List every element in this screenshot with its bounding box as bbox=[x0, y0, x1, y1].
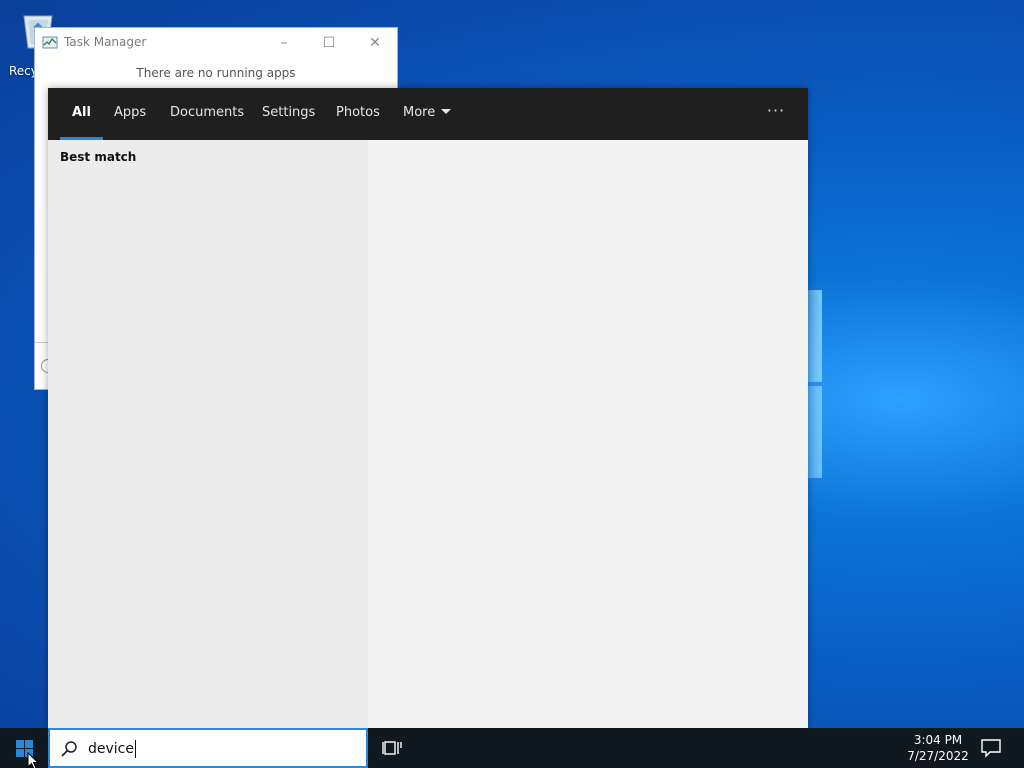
options-button[interactable]: ··· bbox=[764, 88, 788, 140]
search-panel: All Apps Documents Settings Photos More … bbox=[48, 88, 808, 728]
task-manager-titlebar[interactable]: Task Manager – ☐ ✕ bbox=[35, 28, 397, 58]
task-manager-footer bbox=[35, 342, 55, 390]
mouse-pointer-icon bbox=[27, 752, 40, 768]
taskbar: device 3:04 PM 7/27/2022 bbox=[0, 728, 1024, 768]
clock-time: 3:04 PM bbox=[913, 733, 963, 747]
task-manager-icon bbox=[42, 36, 58, 49]
minimize-button[interactable]: – bbox=[261, 28, 307, 58]
tab-all[interactable]: All bbox=[60, 88, 103, 140]
task-view-icon[interactable] bbox=[380, 736, 404, 760]
tab-settings[interactable]: Settings bbox=[262, 88, 315, 140]
tab-more-label: More bbox=[403, 105, 436, 120]
result-preview-pane bbox=[368, 140, 808, 728]
search-input[interactable]: device bbox=[88, 740, 136, 758]
tab-photos[interactable]: Photos bbox=[336, 88, 380, 140]
tab-documents[interactable]: Documents bbox=[170, 88, 244, 140]
empty-state-message: There are no running apps bbox=[136, 66, 296, 80]
clock-date: 7/27/2022 bbox=[907, 749, 969, 763]
system-clock[interactable]: 3:04 PM 7/27/2022 bbox=[900, 732, 976, 764]
close-button[interactable]: ✕ bbox=[352, 28, 398, 58]
chevron-down-icon bbox=[441, 109, 452, 114]
search-icon bbox=[61, 741, 77, 757]
results-list: Best match bbox=[48, 140, 368, 728]
taskbar-search-box[interactable]: device bbox=[48, 728, 368, 768]
window-title: Task Manager bbox=[64, 35, 147, 49]
maximize-button[interactable]: ☐ bbox=[306, 28, 352, 58]
notification-center-icon[interactable] bbox=[980, 738, 1002, 758]
tab-apps[interactable]: Apps bbox=[114, 88, 146, 140]
tab-more[interactable]: More bbox=[403, 88, 452, 140]
search-scope-tabs: All Apps Documents Settings Photos More … bbox=[48, 88, 808, 140]
best-match-heading: Best match bbox=[60, 150, 137, 164]
